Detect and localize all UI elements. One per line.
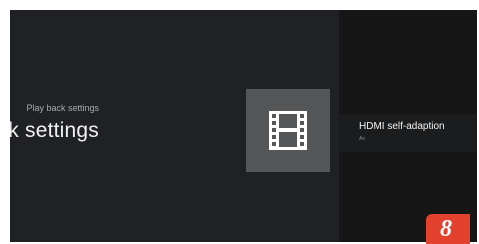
category-icon-tile (246, 89, 330, 172)
page-title: Play back settings (10, 119, 99, 142)
setting-item-hdmi-self-adaption[interactable]: HDMI self-adaption An (339, 114, 477, 152)
movie-film-icon (269, 111, 307, 150)
setting-title: HDMI self-adaption (359, 121, 445, 132)
channel-logo-badge: 8 (426, 214, 470, 244)
header-pane: Play back settings Play back settings (10, 10, 339, 242)
tv-screen: Play back settings Play back settings HD (10, 10, 477, 242)
setting-value: An (359, 136, 366, 142)
breadcrumb: Play back settings (26, 103, 99, 113)
badge-label: 8 (440, 216, 452, 242)
